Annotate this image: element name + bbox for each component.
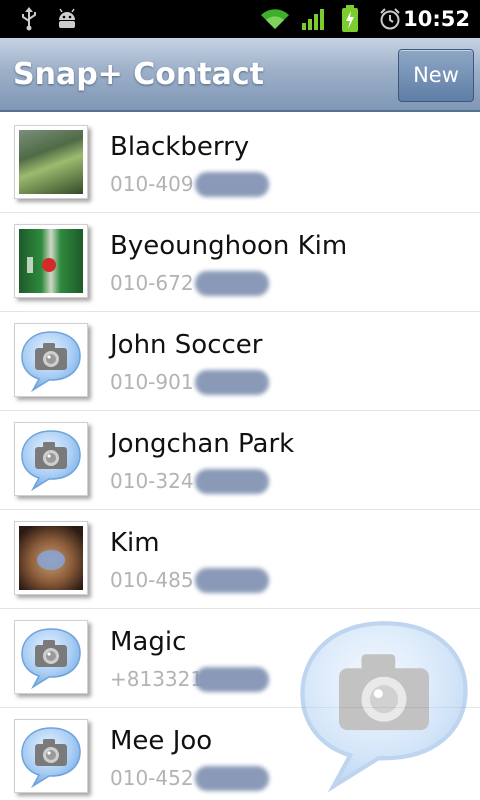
contact-phone: +813321: [110, 667, 204, 691]
contact-name: Jongchan Park: [110, 429, 295, 459]
phone-redaction: [195, 568, 269, 593]
phone-redaction: [195, 667, 269, 692]
contact-row[interactable]: Byeounghoon Kim 010-672: [0, 213, 480, 312]
contact-list: Blackberry 010-409 Byeounghoon Kim 010-6…: [0, 114, 480, 800]
usb-icon: [14, 0, 44, 38]
phone-redaction: [195, 766, 269, 791]
camera-bubble-icon: [19, 328, 83, 392]
new-contact-button[interactable]: New: [398, 49, 474, 102]
contact-row[interactable]: Jongchan Park 010-324: [0, 411, 480, 510]
beer-photo: [19, 229, 83, 293]
title-bar: Snap+ Contact New: [0, 38, 480, 112]
contact-phone: 010-452: [110, 766, 194, 790]
signal-icon: [300, 0, 328, 38]
contact-name: Magic: [110, 627, 187, 657]
contact-row[interactable]: Kim 010-485: [0, 510, 480, 609]
camera-bubble-icon: [19, 427, 83, 491]
contact-phone: 010-672: [110, 271, 194, 295]
contact-phone: 010-324: [110, 469, 194, 493]
android-debug-icon: [52, 0, 82, 38]
camera-bubble-icon: [19, 724, 83, 788]
contact-photo: [14, 422, 88, 496]
contact-photo: [14, 521, 88, 595]
phone-redaction: [195, 172, 269, 197]
contact-phone: 010-485: [110, 568, 194, 592]
contact-name: Byeounghoon Kim: [110, 231, 348, 261]
contact-name: John Soccer: [110, 330, 263, 360]
contact-row[interactable]: John Soccer 010-901: [0, 312, 480, 411]
contact-name: Mee Joo: [110, 726, 213, 756]
camera-bubble-icon: [19, 625, 83, 689]
plant-photo: [19, 130, 83, 194]
phone-redaction: [195, 469, 269, 494]
contact-photo: [14, 224, 88, 298]
clock-time: 10:52: [403, 7, 470, 31]
contact-row[interactable]: Blackberry 010-409: [0, 114, 480, 213]
contact-phone: 010-409: [110, 172, 194, 196]
phone-redaction: [195, 370, 269, 395]
phone-redaction: [195, 271, 269, 296]
contact-name: Blackberry: [110, 132, 250, 162]
battery-charging-icon: [338, 0, 362, 38]
alarm-icon: [376, 0, 404, 38]
contact-photo: [14, 719, 88, 793]
contact-name: Kim: [110, 528, 160, 558]
contact-row[interactable]: Mee Joo 010-452: [0, 708, 480, 800]
contact-phone: 010-901: [110, 370, 194, 394]
contact-photo: [14, 620, 88, 694]
person-photo: [19, 526, 83, 590]
app-title: Snap+ Contact: [13, 57, 264, 92]
contact-photo: [14, 125, 88, 199]
status-bar: 10:52: [0, 0, 480, 38]
contact-row[interactable]: Magic +813321: [0, 609, 480, 708]
contact-photo: [14, 323, 88, 397]
wifi-icon: [258, 0, 292, 38]
